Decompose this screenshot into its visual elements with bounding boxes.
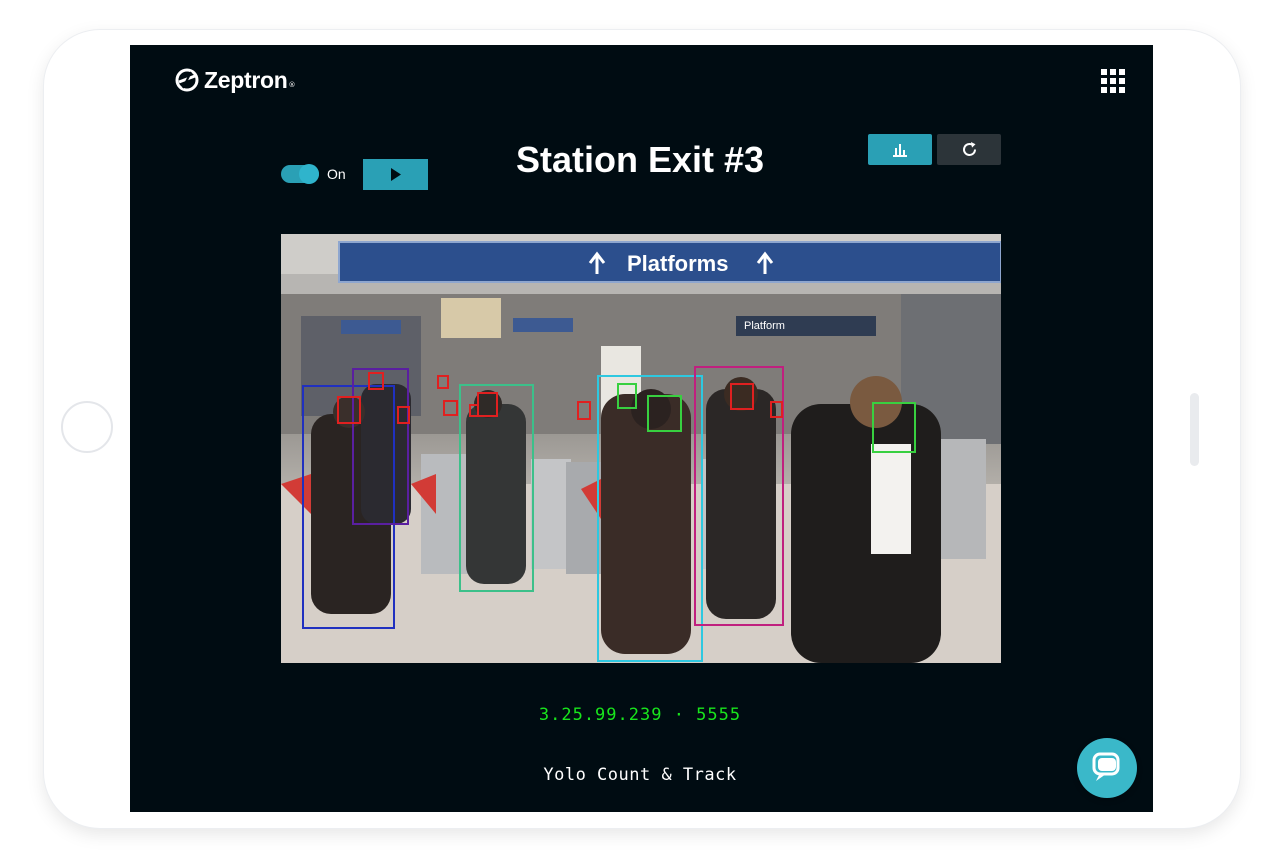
- brand-logo[interactable]: Zeptron ®: [174, 65, 296, 95]
- video-platform-text: Platform: [744, 320, 785, 332]
- app-screen: Zeptron ® On Station Exit #3 Platforms P…: [130, 45, 1153, 812]
- zeptron-logo-icon: [175, 68, 199, 92]
- apps-grid-icon[interactable]: [1101, 69, 1125, 93]
- camera-video-feed[interactable]: Platforms Platform: [281, 234, 1001, 663]
- tablet-home-button: [61, 401, 113, 453]
- stream-toggle[interactable]: [281, 164, 319, 184]
- video-sign-text: Platforms: [627, 251, 729, 276]
- stats-button[interactable]: [868, 134, 932, 165]
- refresh-button[interactable]: [937, 134, 1001, 165]
- play-button[interactable]: [363, 159, 428, 190]
- chat-icon: [1092, 752, 1120, 781]
- chat-button[interactable]: [1077, 738, 1137, 798]
- video-scene: [281, 234, 1001, 663]
- camera-title: Station Exit #3: [515, 139, 765, 180]
- brand-name: Zeptron: [204, 66, 288, 93]
- refresh-icon: [963, 142, 976, 156]
- video-caption: Yolo Count & Track: [543, 765, 737, 785]
- tablet-side-button: [1190, 393, 1199, 466]
- play-icon: [391, 168, 401, 181]
- toggle-label: On: [327, 166, 346, 182]
- stream-address: 3.25.99.239 · 5555: [538, 705, 742, 725]
- bar-chart-icon: [893, 144, 907, 157]
- toggle-knob: [299, 164, 319, 184]
